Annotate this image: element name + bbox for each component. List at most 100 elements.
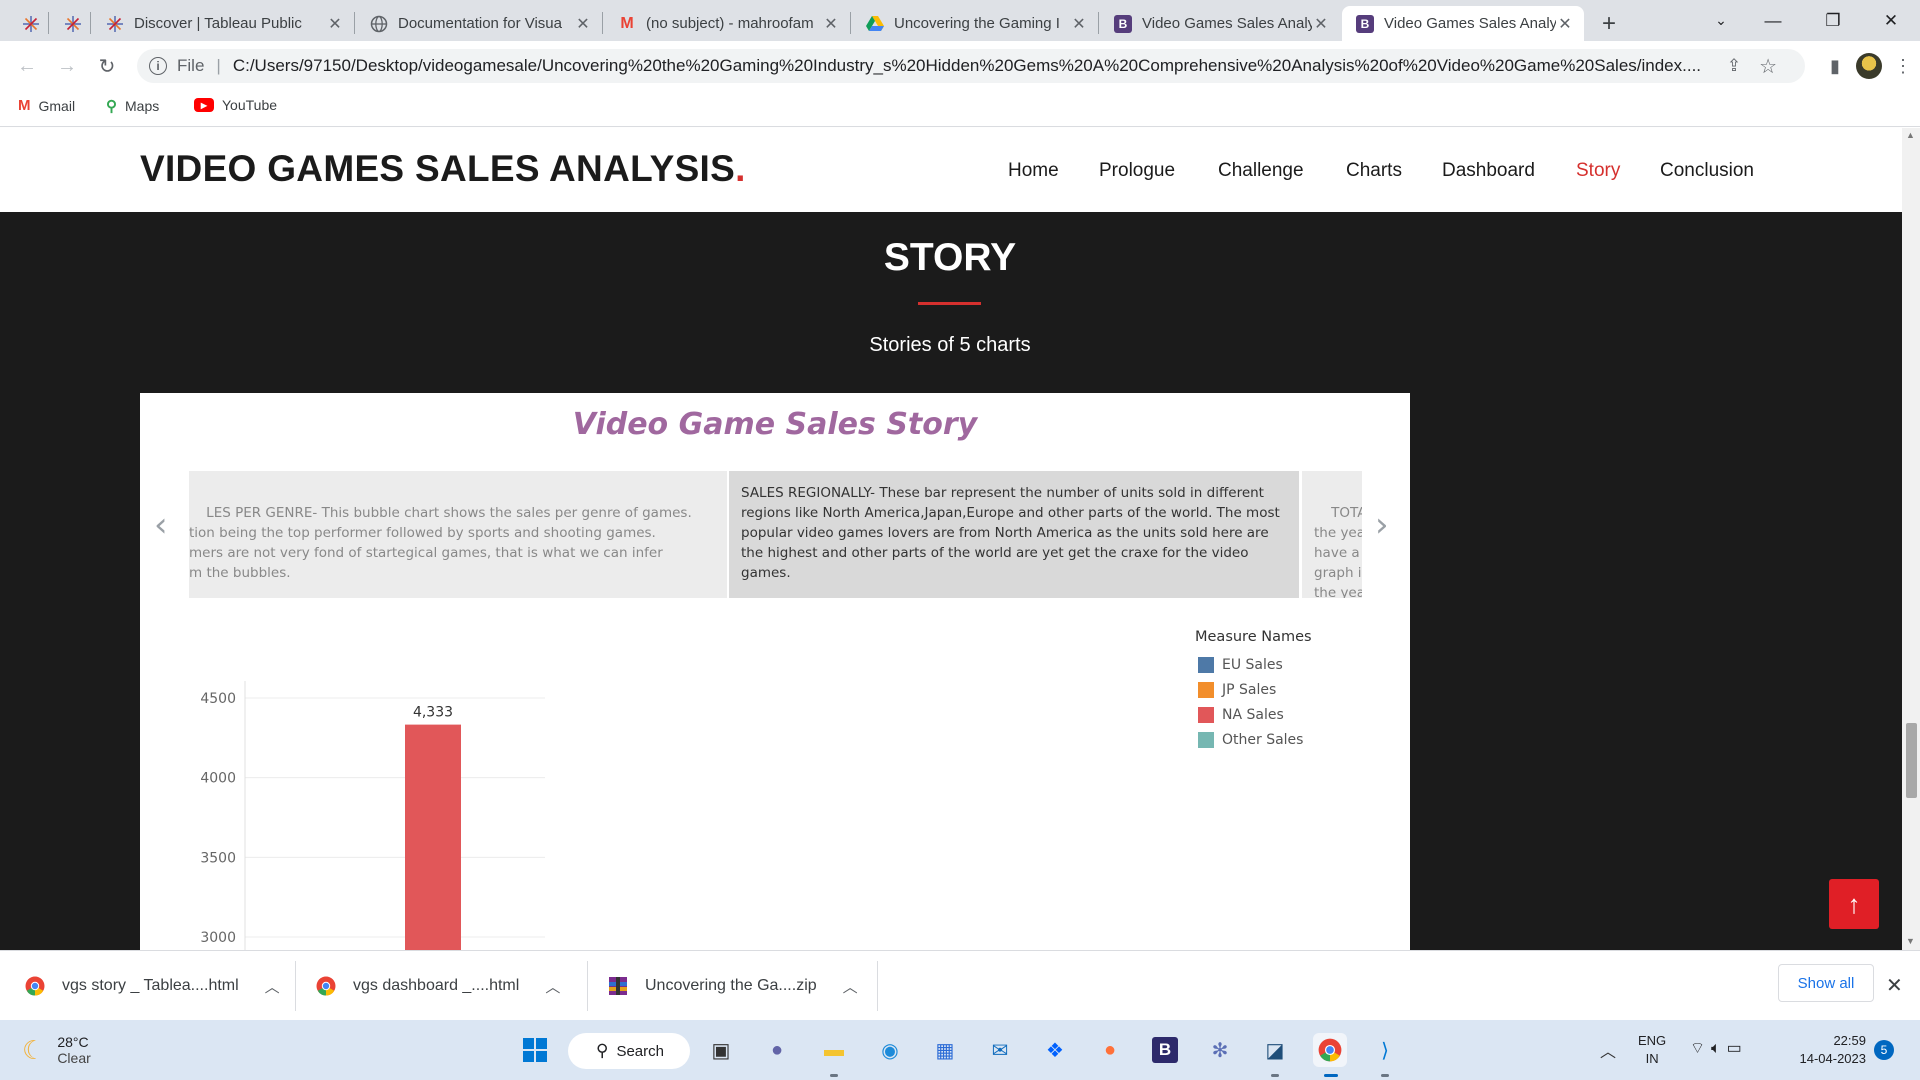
story-point-total[interactable]: TOTAL the yea have a graph i the yea: [1302, 471, 1362, 598]
back-icon[interactable]: ←: [10, 49, 44, 83]
task-view-icon[interactable]: ▣: [704, 1033, 738, 1067]
nav-dashboard[interactable]: Dashboard: [1442, 160, 1535, 182]
teams-chat-icon[interactable]: ●: [760, 1033, 794, 1067]
file-explorer-icon[interactable]: ▬: [817, 1033, 851, 1067]
menu-icon[interactable]: ⋮: [1886, 49, 1920, 83]
chrome-icon: [315, 975, 337, 997]
bootstrap-studio-icon[interactable]: B: [1148, 1033, 1182, 1067]
firefox-icon[interactable]: ●: [1093, 1033, 1127, 1067]
story-point-regional[interactable]: SALES REGIONALLY- These bar represent th…: [729, 471, 1299, 598]
close-icon[interactable]: ✕: [1070, 14, 1088, 34]
system-tray[interactable]: ⌔🔈︎▭: [1690, 1038, 1748, 1058]
back-to-top-button[interactable]: ↑: [1829, 879, 1879, 929]
brand-dot: .: [735, 148, 746, 189]
search-label: Search: [616, 1042, 664, 1060]
tab-gmail[interactable]: M (no subject) - mahroofam ✕: [604, 6, 850, 41]
site-brand[interactable]: VIDEO GAMES SALES ANALYSIS.: [140, 148, 746, 190]
story-point-genre[interactable]: LES PER GENRE- This bubble chart shows t…: [189, 471, 727, 598]
tab-pinned-2[interactable]: [50, 6, 90, 41]
youtube-icon: ▶: [194, 98, 214, 112]
nav-home[interactable]: Home: [1008, 160, 1059, 182]
legend-item-eu[interactable]: EU Sales: [1195, 652, 1312, 677]
nav-story[interactable]: Story: [1576, 160, 1620, 182]
minimize-icon[interactable]: —: [1750, 0, 1796, 41]
close-icon[interactable]: ✕: [1556, 14, 1574, 34]
legend-swatch: [1198, 681, 1214, 698]
chevron-left-icon[interactable]: ‹: [154, 505, 168, 545]
chevron-up-icon[interactable]: ︿: [545, 976, 560, 997]
legend-swatch: [1198, 706, 1214, 723]
show-all-button[interactable]: Show all: [1778, 964, 1874, 1002]
download-item[interactable]: vgs story _ Tablea....html ︿: [24, 951, 280, 1021]
info-icon[interactable]: i: [149, 57, 167, 75]
tab-title: Documentation for Visua: [398, 15, 562, 32]
chevron-right-icon[interactable]: ›: [1375, 505, 1389, 545]
download-item[interactable]: Uncovering the Ga....zip ︿: [607, 951, 858, 1021]
browser-toolbar: ← → ↻ i File | C:/Users/97150/Desktop/vi…: [0, 41, 1920, 91]
data-label: 4,333: [413, 705, 453, 721]
close-icon[interactable]: ✕: [1312, 14, 1330, 34]
nav-charts[interactable]: Charts: [1346, 160, 1402, 182]
close-icon[interactable]: ✕: [574, 14, 592, 34]
nav-prologue[interactable]: Prologue: [1099, 160, 1175, 182]
share-icon[interactable]: ⇪: [1727, 56, 1741, 76]
forward-icon[interactable]: →: [50, 49, 84, 83]
section-subtitle: Stories of 5 charts: [869, 334, 1031, 356]
weather-widget[interactable]: ☾ 28°C Clear: [22, 1034, 91, 1066]
scrollbar-thumb[interactable]: [1906, 723, 1917, 798]
legend-label: NA Sales: [1222, 706, 1284, 723]
y-tick-label: 3000: [200, 930, 236, 946]
chevron-up-icon[interactable]: ︿: [1600, 1038, 1616, 1062]
tab-video-games-1[interactable]: B Video Games Sales Analy ✕: [1100, 6, 1340, 41]
tab-pinned-1[interactable]: [8, 6, 48, 41]
taskbar-search[interactable]: ⚲ Search: [568, 1033, 690, 1069]
chrome-icon[interactable]: [1313, 1033, 1347, 1067]
legend-swatch: [1198, 731, 1214, 748]
legend-item-jp[interactable]: JP Sales: [1195, 677, 1312, 702]
vscode-icon[interactable]: ⟩: [1368, 1033, 1402, 1067]
legend-item-other[interactable]: Other Sales: [1195, 727, 1312, 752]
nav-conclusion[interactable]: Conclusion: [1660, 160, 1754, 182]
bar-na-sales[interactable]: [405, 724, 461, 950]
bookmark-youtube[interactable]: ▶ YouTube: [194, 97, 277, 113]
y-tick-label: 4500: [200, 691, 236, 707]
restore-icon[interactable]: ❐: [1810, 0, 1856, 41]
window-close-icon[interactable]: ✕: [1868, 0, 1914, 41]
profile-avatar[interactable]: [1852, 49, 1886, 83]
bootstrap-icon: B: [1356, 14, 1374, 33]
microsoft-store-icon[interactable]: ▦: [928, 1033, 962, 1067]
chevron-up-icon[interactable]: ︿: [843, 976, 858, 997]
edge-icon[interactable]: ◉: [873, 1033, 907, 1067]
region-code: IN: [1645, 1051, 1659, 1066]
tab-title: (no subject) - mahroofam: [646, 15, 814, 32]
bookmark-star-icon[interactable]: ☆: [1759, 54, 1777, 79]
side-panel-icon[interactable]: ▮: [1818, 49, 1852, 83]
bookmark-gmail[interactable]: M Gmail: [18, 97, 75, 114]
start-icon[interactable]: [518, 1033, 552, 1067]
language-indicator[interactable]: ENG IN: [1638, 1032, 1666, 1068]
close-icon[interactable]: ✕: [326, 14, 344, 34]
reload-icon[interactable]: ↻: [90, 49, 124, 83]
page-scrollbar[interactable]: ▲ ▼: [1902, 128, 1920, 950]
mail-icon[interactable]: ✉: [983, 1033, 1017, 1067]
chevron-up-icon[interactable]: ︿: [265, 976, 280, 997]
nav-challenge[interactable]: Challenge: [1218, 160, 1304, 182]
dropbox-icon[interactable]: ❖: [1038, 1033, 1072, 1067]
tab-search-icon[interactable]: ⌄: [1698, 0, 1744, 41]
arrow-up-icon: ↑: [1847, 888, 1861, 919]
mysql-workbench-icon[interactable]: ◪: [1258, 1033, 1292, 1067]
tableau-icon[interactable]: ✻: [1203, 1033, 1237, 1067]
legend-item-na[interactable]: NA Sales: [1195, 702, 1312, 727]
address-bar[interactable]: i File | C:/Users/97150/Desktop/videogam…: [137, 49, 1805, 83]
notification-badge[interactable]: 5: [1874, 1040, 1894, 1060]
tab-google-drive[interactable]: Uncovering the Gaming I ✕: [852, 6, 1098, 41]
tab-tableau-public[interactable]: Discover | Tableau Public ✕: [92, 6, 354, 41]
clock[interactable]: 22:59 14-04-2023: [1786, 1032, 1867, 1068]
close-icon[interactable]: ✕: [822, 14, 840, 34]
tab-documentation[interactable]: Documentation for Visua ✕: [356, 6, 602, 41]
close-icon[interactable]: ✕: [1886, 973, 1903, 998]
tab-video-games-active[interactable]: B Video Games Sales Analy ✕: [1342, 6, 1584, 41]
new-tab-button[interactable]: +: [1596, 6, 1630, 41]
download-item[interactable]: vgs dashboard _....html ︿: [315, 951, 560, 1021]
bookmark-maps[interactable]: ⚲ Maps: [106, 97, 159, 115]
